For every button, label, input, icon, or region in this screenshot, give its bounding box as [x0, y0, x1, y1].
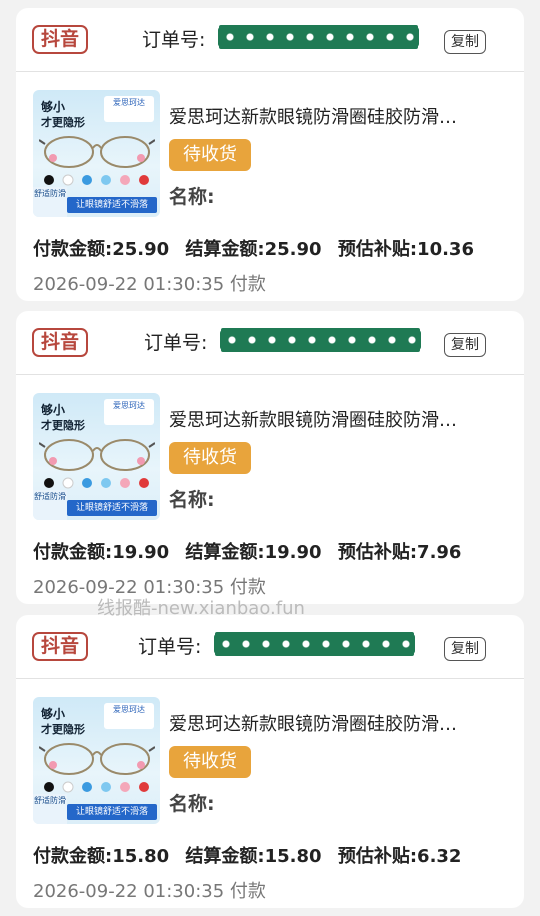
order-card-header: 抖音 订单号: 复制	[16, 8, 524, 72]
thumbnail-subheadline: 才更隐形	[41, 419, 85, 432]
status-badge: 待收货	[169, 746, 251, 778]
color-options-icon	[44, 781, 149, 793]
thumbnail-feature-label: 舒适防滑	[33, 187, 67, 217]
estimated-subsidy: 预估补贴:10.36	[337, 239, 474, 260]
status-badge: 待收货	[169, 139, 251, 171]
platform-tag: 抖音	[32, 25, 89, 54]
paid-time: 2026-09-22 01:30:35 付款	[33, 881, 266, 902]
thumbnail-subheadline: 才更隐形	[41, 723, 85, 736]
thumbnail-brand-badge: 爱思珂达	[104, 399, 154, 425]
copy-button[interactable]: 复制	[444, 333, 486, 357]
copy-button[interactable]: 复制	[444, 637, 486, 661]
product-name-label: 名称:	[169, 793, 215, 815]
product-name-label: 名称:	[169, 489, 215, 511]
thumbnail-banner: 让眼镜舒适不滑落	[67, 500, 157, 516]
pay-amount: 付款金额:25.90	[33, 239, 170, 260]
color-options-icon	[44, 174, 149, 186]
amount-row: 付款金额:25.90 结算金额:25.90 预估补贴:10.36	[33, 237, 474, 263]
order-number-masked	[220, 330, 421, 350]
estimated-subsidy: 预估补贴:6.32	[337, 846, 462, 867]
color-options-icon	[44, 477, 149, 489]
order-number-label: 订单号:	[138, 636, 202, 658]
thumbnail-headline: 够小	[41, 707, 66, 721]
product-name-label: 名称:	[169, 186, 215, 208]
platform-tag: 抖音	[32, 328, 89, 357]
estimated-subsidy: 预估补贴:7.96	[337, 542, 462, 563]
thumbnail-brand-badge: 爱思珂达	[104, 703, 154, 729]
product-title[interactable]: 爱思珂达新款眼镜防滑圈硅胶防滑…	[169, 408, 479, 434]
glasses-icon	[39, 136, 155, 168]
order-number-label: 订单号:	[144, 332, 208, 354]
product-title[interactable]: 爱思珂达新款眼镜防滑圈硅胶防滑…	[169, 105, 479, 131]
thumbnail-banner: 让眼镜舒适不滑落	[67, 197, 157, 213]
status-badge: 待收货	[169, 442, 251, 474]
thumbnail-headline: 够小	[41, 403, 66, 417]
platform-tag: 抖音	[32, 632, 89, 661]
thumbnail-feature-label: 舒适防滑	[33, 794, 67, 824]
order-number-masked	[218, 27, 419, 47]
settle-amount: 结算金额:19.90	[185, 542, 322, 563]
amount-row: 付款金额:15.80 结算金额:15.80 预估补贴:6.32	[33, 844, 461, 870]
settle-amount: 结算金额:25.90	[185, 239, 322, 260]
pay-amount: 付款金额:19.90	[33, 542, 170, 563]
watermark: 线报酷-new.xianbao.fun	[97, 598, 305, 619]
product-thumbnail[interactable]: 够小 才更隐形 爱思珂达 舒适防滑 让眼镜舒适不滑落	[33, 90, 160, 217]
order-card-header: 抖音 订单号: 复制	[16, 311, 524, 375]
order-card[interactable]: 抖音 订单号: 复制 够小 才更隐形 爱思珂达 舒适防滑 让眼镜舒适不滑落 爱思…	[16, 8, 524, 301]
amount-row: 付款金额:19.90 结算金额:19.90 预估补贴:7.96	[33, 540, 461, 566]
thumbnail-brand-badge: 爱思珂达	[104, 96, 154, 122]
product-thumbnail[interactable]: 够小 才更隐形 爱思珂达 舒适防滑 让眼镜舒适不滑落	[33, 697, 160, 824]
thumbnail-banner: 让眼镜舒适不滑落	[67, 804, 157, 820]
pay-amount: 付款金额:15.80	[33, 846, 170, 867]
glasses-icon	[39, 439, 155, 471]
order-card[interactable]: 抖音 订单号: 复制 够小 才更隐形 爱思珂达 舒适防滑 让眼镜舒适不滑落 爱思…	[16, 311, 524, 604]
order-number-masked	[214, 634, 415, 654]
order-card[interactable]: 抖音 订单号: 复制 够小 才更隐形 爱思珂达 舒适防滑 让眼镜舒适不滑落 爱思…	[16, 615, 524, 908]
thumbnail-headline: 够小	[41, 100, 66, 114]
product-thumbnail[interactable]: 够小 才更隐形 爱思珂达 舒适防滑 让眼镜舒适不滑落	[33, 393, 160, 520]
order-number-label: 订单号:	[142, 29, 206, 51]
thumbnail-subheadline: 才更隐形	[41, 116, 85, 129]
product-title[interactable]: 爱思珂达新款眼镜防滑圈硅胶防滑…	[169, 712, 479, 738]
thumbnail-feature-label: 舒适防滑	[33, 490, 67, 520]
copy-button[interactable]: 复制	[444, 30, 486, 54]
settle-amount: 结算金额:15.80	[185, 846, 322, 867]
order-card-header: 抖音 订单号: 复制	[16, 615, 524, 679]
paid-time: 2026-09-22 01:30:35 付款	[33, 274, 266, 295]
glasses-icon	[39, 743, 155, 775]
